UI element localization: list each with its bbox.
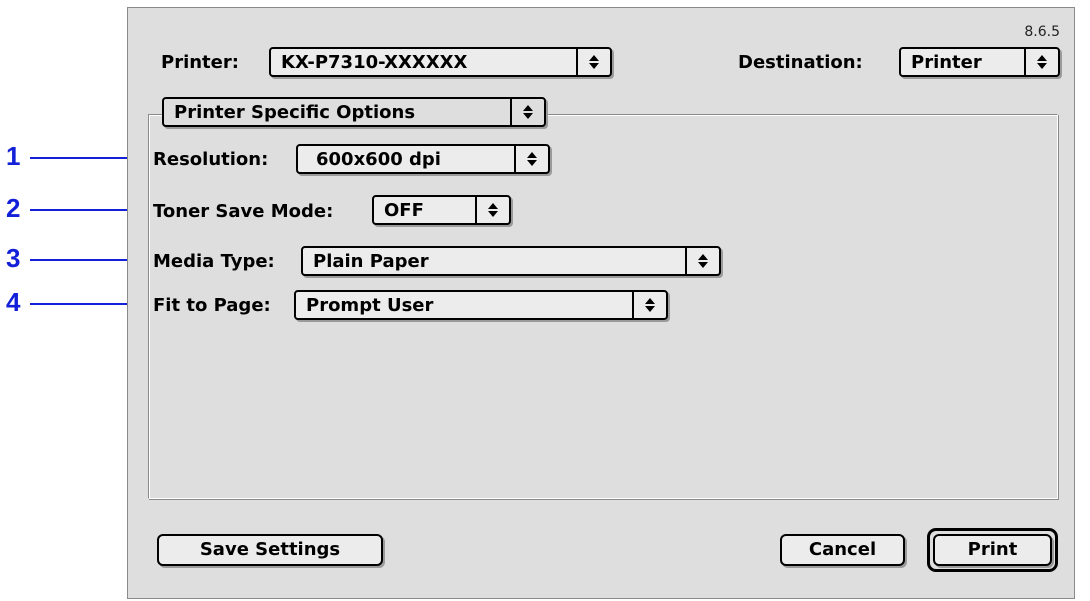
fit-to-page-value: Prompt User bbox=[306, 295, 434, 316]
popup-arrows-icon bbox=[510, 99, 544, 125]
callout-number-2: 2 bbox=[6, 193, 21, 223]
callout-number-1: 1 bbox=[6, 141, 21, 171]
popup-arrows-icon bbox=[475, 197, 509, 223]
media-type-label: Media Type: bbox=[153, 251, 275, 272]
toner-save-select[interactable]: OFF bbox=[372, 195, 511, 225]
media-type-select[interactable]: Plain Paper bbox=[301, 246, 721, 276]
toner-save-label: Toner Save Mode: bbox=[153, 201, 334, 222]
panel-value: Printer Specific Options bbox=[174, 102, 416, 123]
popup-arrows-icon bbox=[685, 248, 719, 274]
destination-label: Destination: bbox=[738, 52, 863, 73]
resolution-value: 600x600 dpi bbox=[316, 149, 441, 170]
fit-to-page-select[interactable]: Prompt User bbox=[294, 290, 668, 320]
destination-value: Printer bbox=[911, 52, 982, 73]
printer-label: Printer: bbox=[161, 52, 239, 73]
popup-arrows-icon bbox=[632, 292, 666, 318]
printer-select[interactable]: KX-P7310-XXXXXX bbox=[269, 47, 612, 77]
popup-arrows-icon bbox=[576, 49, 610, 75]
toner-save-value: OFF bbox=[384, 200, 424, 221]
save-settings-button[interactable]: Save Settings bbox=[157, 534, 383, 566]
callout-number-3: 3 bbox=[6, 243, 21, 273]
print-dialog: 8.6.5 Printer: KX-P7310-XXXXXX Destinati… bbox=[127, 7, 1075, 599]
cancel-button[interactable]: Cancel bbox=[780, 534, 905, 566]
media-type-value: Plain Paper bbox=[313, 251, 429, 272]
popup-arrows-icon bbox=[514, 146, 548, 172]
print-button[interactable]: Print bbox=[933, 534, 1052, 566]
printer-value: KX-P7310-XXXXXX bbox=[281, 52, 468, 73]
callout-number-4: 4 bbox=[6, 287, 21, 317]
destination-select[interactable]: Printer bbox=[899, 47, 1060, 77]
version-label: 8.6.5 bbox=[1024, 24, 1060, 40]
resolution-select[interactable]: 600x600 dpi bbox=[296, 144, 550, 174]
panel-select[interactable]: Printer Specific Options bbox=[162, 97, 546, 127]
popup-arrows-icon bbox=[1024, 49, 1058, 75]
resolution-label: Resolution: bbox=[153, 149, 269, 170]
fit-to-page-label: Fit to Page: bbox=[153, 295, 271, 316]
